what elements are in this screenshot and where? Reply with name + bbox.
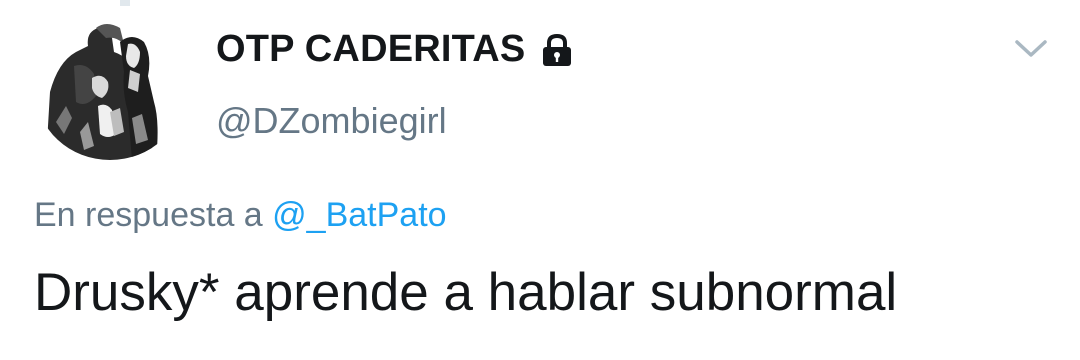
avatar-illustration <box>36 22 184 160</box>
display-name-row: OTP CADERITAS <box>216 28 575 71</box>
reply-prefix: En respuesta a <box>34 196 263 234</box>
reply-mention-link[interactable]: @_BatPato <box>272 196 446 234</box>
avatar[interactable] <box>36 22 184 160</box>
reply-context: En respuesta a @_BatPato <box>34 196 447 235</box>
display-name[interactable]: OTP CADERITAS <box>216 28 525 71</box>
lock-icon <box>539 33 575 67</box>
tweet-card: OTP CADERITAS @DZombiegirl En respuesta … <box>0 0 1080 360</box>
user-handle[interactable]: @DZombiegirl <box>216 100 447 142</box>
divider <box>120 0 130 6</box>
chevron-down-icon[interactable] <box>1014 38 1048 65</box>
tweet-text: Drusky* aprende a hablar subnormal <box>34 263 898 322</box>
